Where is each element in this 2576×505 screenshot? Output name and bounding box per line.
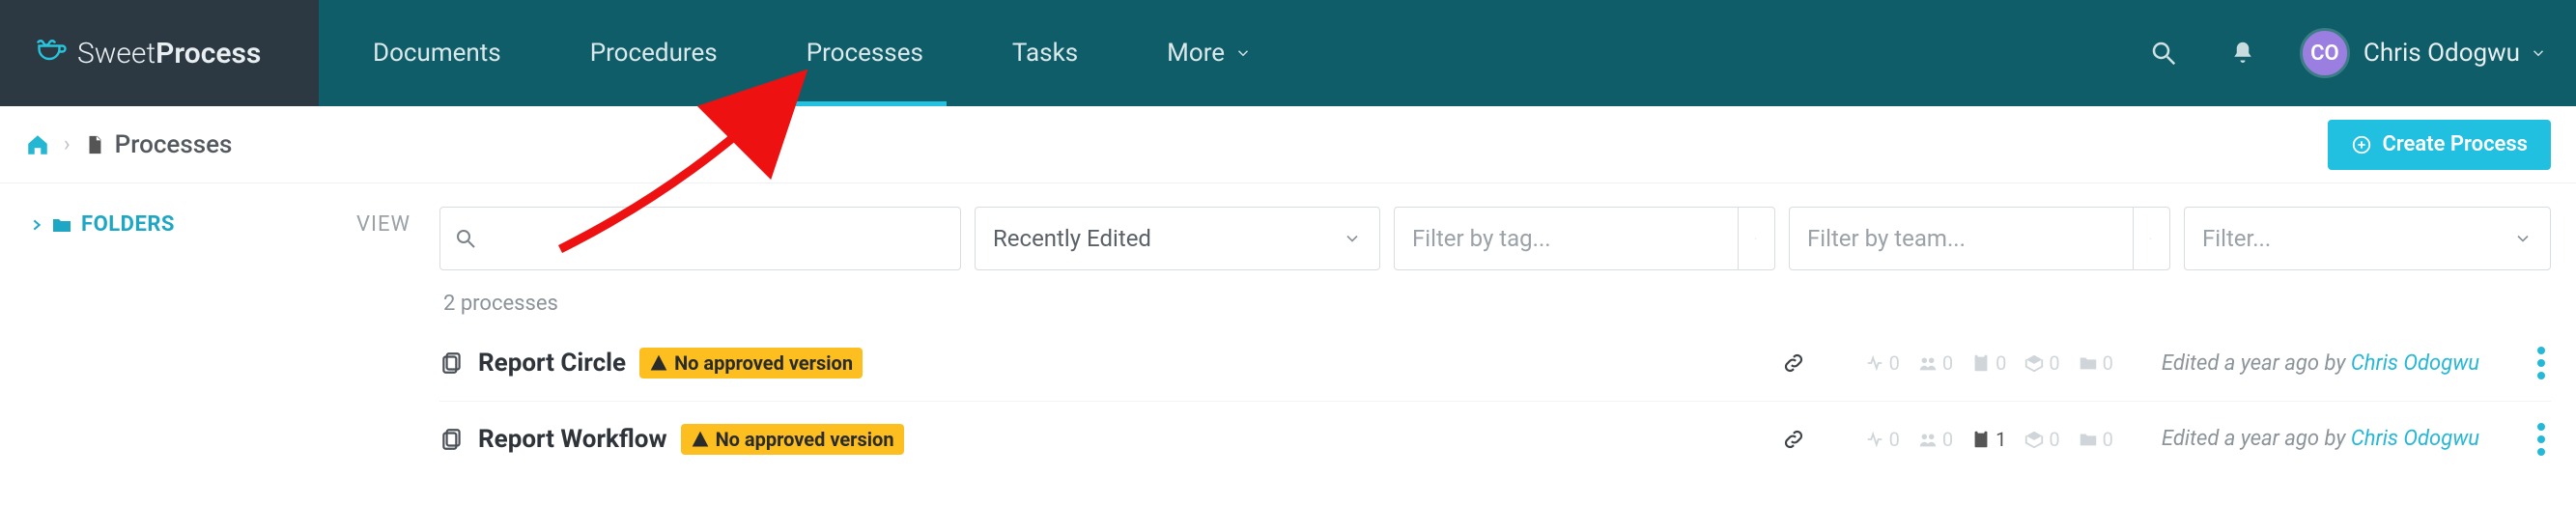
- nav-label: Tasks: [1012, 39, 1078, 68]
- plus-circle-icon: [2351, 134, 2372, 155]
- stat: 0: [1917, 351, 1953, 375]
- notifications-button[interactable]: [2203, 0, 2282, 106]
- nav-more[interactable]: More: [1122, 0, 1296, 106]
- status-badge: No approved version: [681, 424, 904, 455]
- filter-team-placeholder: Filter by team...: [1807, 225, 1966, 252]
- status-badge: No approved version: [639, 348, 863, 379]
- avatar: CO: [2300, 28, 2350, 78]
- stat: 0: [2078, 351, 2113, 375]
- stat: 0: [2078, 428, 2113, 451]
- search-input[interactable]: [491, 225, 960, 252]
- chevron-right-icon: [29, 217, 44, 233]
- user-name: Chris Odogwu: [2364, 39, 2520, 68]
- chevron-down-icon: [2133, 208, 2152, 269]
- filter-generic-select[interactable]: Filter...: [2184, 207, 2551, 270]
- edited-meta: Edited a year ago by Chris Odogwu: [2162, 351, 2479, 376]
- nav-tasks[interactable]: Tasks: [968, 0, 1122, 106]
- link-icon[interactable]: [1781, 351, 1806, 376]
- search-button[interactable]: [2124, 0, 2203, 106]
- breadcrumb-separator: ›: [64, 132, 71, 156]
- bell-icon: [2228, 39, 2257, 68]
- process-title: Report Circle: [478, 349, 626, 378]
- search-icon: [2149, 39, 2178, 68]
- chevron-down-icon: [1343, 229, 1362, 248]
- copy-icon: [439, 427, 465, 452]
- top-nav: Sweet Process Documents Procedures Proce…: [0, 0, 2576, 106]
- process-list: Report Circle No approved version 00000 …: [439, 325, 2551, 476]
- chevron-down-icon: [1738, 208, 1757, 269]
- nav-label: More: [1167, 39, 1225, 68]
- filter-generic-placeholder: Filter...: [2202, 225, 2271, 252]
- create-process-label: Create Process: [2382, 132, 2528, 156]
- nav-label: Processes: [807, 39, 923, 68]
- nav-procedures[interactable]: Procedures: [546, 0, 762, 106]
- process-row[interactable]: Report Circle No approved version 00000 …: [439, 325, 2551, 401]
- nav-label: Procedures: [590, 39, 718, 68]
- stat-group: 00000: [1864, 351, 2113, 375]
- stat: 0: [1970, 351, 2006, 375]
- nav-label: Documents: [373, 39, 501, 68]
- nav-processes[interactable]: Processes: [762, 0, 968, 106]
- main-content: Recently Edited Filter by tag... Filter …: [439, 183, 2576, 476]
- stat: 0: [1864, 351, 1900, 375]
- result-count: 2 processes: [443, 292, 2551, 316]
- sidebar-view-toggle[interactable]: VIEW: [356, 212, 410, 237]
- stat-group: 00100: [1864, 428, 2113, 451]
- filter-tag-placeholder: Filter by tag...: [1412, 225, 1551, 252]
- nav-documents[interactable]: Documents: [328, 0, 546, 106]
- row-menu-button[interactable]: [2537, 418, 2545, 461]
- edited-meta: Edited a year ago by Chris Odogwu: [2162, 427, 2479, 451]
- brand-text-bold: Process: [156, 37, 261, 70]
- process-row[interactable]: Report Workflow No approved version 0010…: [439, 401, 2551, 476]
- sidebar: FOLDERS VIEW: [0, 183, 439, 476]
- primary-nav: Documents Procedures Processes Tasks Mor…: [319, 0, 2576, 106]
- chevron-down-icon: [2513, 229, 2533, 248]
- filter-team-select[interactable]: Filter by team...: [1789, 207, 2170, 270]
- copy-icon: [439, 351, 465, 376]
- link-icon[interactable]: [1781, 427, 1806, 452]
- filter-tag-select[interactable]: Filter by tag...: [1394, 207, 1775, 270]
- stat: 0: [1864, 428, 1900, 451]
- breadcrumb-current: Processes: [115, 130, 233, 159]
- stat: 0: [2024, 428, 2059, 451]
- search-input-wrap[interactable]: [439, 207, 961, 270]
- folder-icon: [50, 213, 73, 237]
- stat: 0: [2024, 351, 2059, 375]
- chevron-down-icon: [1234, 44, 1252, 62]
- stat: 1: [1970, 428, 2006, 451]
- processes-icon: [84, 134, 105, 155]
- sidebar-folders[interactable]: FOLDERS VIEW: [29, 212, 410, 237]
- cup-icon: [35, 36, 70, 70]
- chevron-down-icon: [2530, 44, 2547, 62]
- brand-logo[interactable]: Sweet Process: [0, 0, 319, 106]
- search-icon: [454, 227, 477, 250]
- sort-select[interactable]: Recently Edited: [975, 207, 1380, 270]
- breadcrumb-bar: › Processes Create Process: [0, 106, 2576, 183]
- sort-value: Recently Edited: [993, 225, 1151, 252]
- create-process-button[interactable]: Create Process: [2328, 120, 2551, 170]
- filter-bar: Recently Edited Filter by tag... Filter …: [439, 207, 2551, 270]
- user-menu[interactable]: CO Chris Odogwu: [2282, 0, 2576, 106]
- home-icon[interactable]: [25, 132, 50, 157]
- process-title: Report Workflow: [478, 425, 667, 454]
- editor-link[interactable]: Chris Odogwu: [2351, 351, 2479, 376]
- row-menu-button[interactable]: [2537, 342, 2545, 384]
- brand-text-thin: Sweet: [77, 37, 156, 70]
- stat: 0: [1917, 428, 1953, 451]
- sidebar-folders-label: FOLDERS: [81, 212, 175, 237]
- editor-link[interactable]: Chris Odogwu: [2351, 427, 2479, 451]
